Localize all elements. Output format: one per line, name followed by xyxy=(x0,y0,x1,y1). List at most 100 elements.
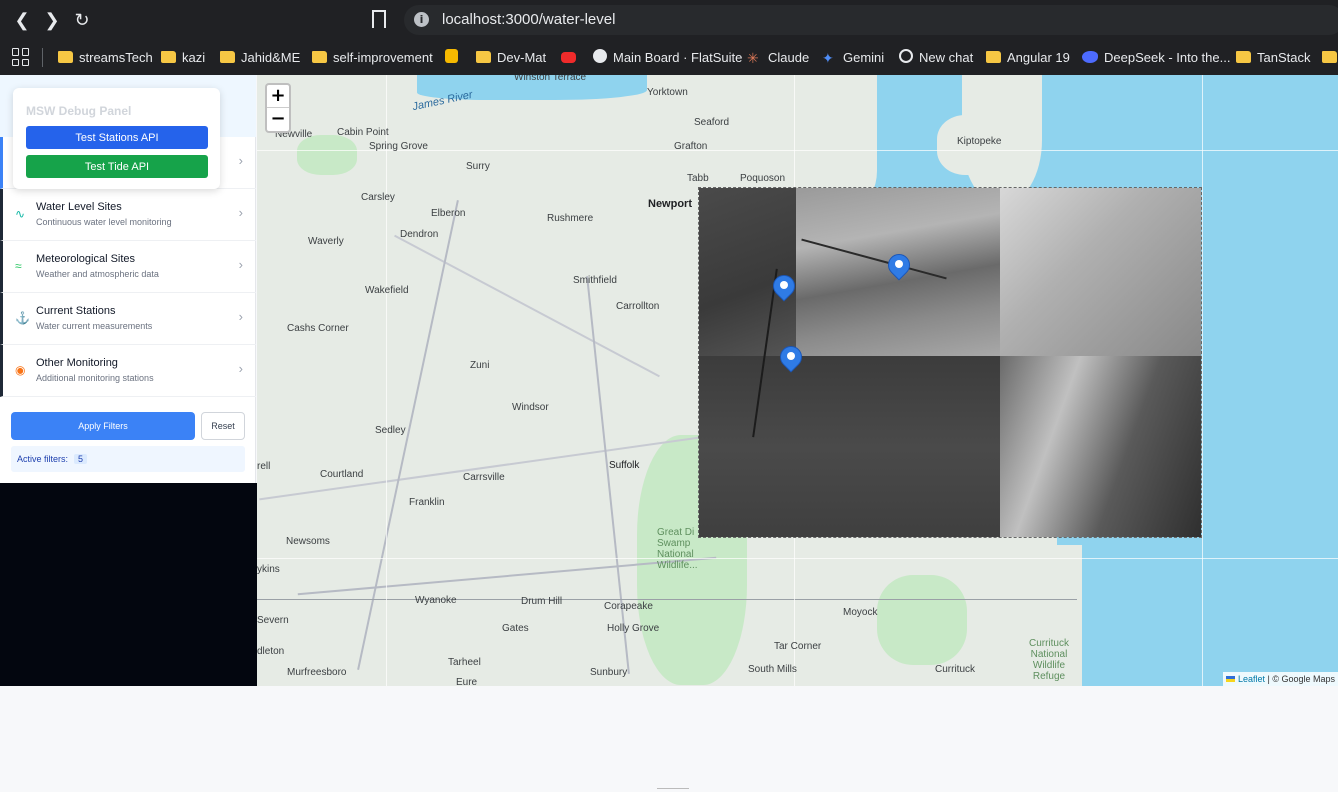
test-tide-api-button[interactable]: Test Tide API xyxy=(26,155,208,178)
sidebar-item-water-level-sites[interactable]: ∿ Water Level Sites Continuous water lev… xyxy=(0,189,256,241)
town-label: Holly Grove xyxy=(607,623,660,634)
keep-icon xyxy=(445,49,458,63)
town-label: Gates xyxy=(502,623,529,634)
bookmark-overflow[interactable] xyxy=(1322,49,1338,67)
wave-icon: ∿ xyxy=(15,207,26,221)
test-stations-api-button[interactable]: Test Stations API xyxy=(26,126,208,149)
bookmark-dev-mat[interactable]: Dev-Mat xyxy=(476,49,546,67)
town-label: Drum Hill xyxy=(521,596,563,607)
bookmark-kazi[interactable]: kazi xyxy=(161,49,205,67)
active-filters-summary: Active filters: 5 xyxy=(11,446,245,472)
town-label: Kiptopeke xyxy=(957,136,1002,147)
town-label: Courtland xyxy=(320,469,364,480)
town-label: Windsor xyxy=(512,402,549,413)
town-label: Tar Corner xyxy=(774,641,822,652)
back-icon[interactable]: ❮ xyxy=(10,8,34,32)
bookmark-new-chat[interactable]: New chat xyxy=(899,49,973,67)
apply-filters-button[interactable]: Apply Filters xyxy=(11,412,195,440)
town-label: Cabin Point xyxy=(337,127,389,138)
bookmark-deepseek[interactable]: DeepSeek - Into the... xyxy=(1082,49,1230,67)
zoom-in-button[interactable]: + xyxy=(267,85,289,108)
reload-icon[interactable]: ↻ xyxy=(70,8,94,32)
active-filters-count: 5 xyxy=(74,454,88,464)
dem-tile xyxy=(699,188,796,356)
town-label: Rushmere xyxy=(547,213,594,224)
station-marker-3[interactable] xyxy=(775,341,807,376)
apps-icon[interactable] xyxy=(12,48,30,66)
tile-grid-line xyxy=(1202,75,1203,686)
bookmark-jahid-me[interactable]: Jahid&ME xyxy=(220,49,300,67)
dem-tile xyxy=(1000,356,1201,537)
town-label: Carrollton xyxy=(616,301,660,312)
folder-icon xyxy=(1236,51,1251,63)
sidebar-item-subtitle: Additional monitoring stations xyxy=(36,373,154,383)
town-label: Carrsville xyxy=(463,472,505,483)
claude-icon: ✳ xyxy=(747,50,759,66)
state-border xyxy=(257,599,1077,600)
town-label: ykins xyxy=(257,564,280,575)
zoom-out-button[interactable]: − xyxy=(267,108,289,131)
town-label: Sunbury xyxy=(590,667,628,678)
sidebar-item-title: Meteorological Sites xyxy=(36,253,136,265)
town-label: Carsley xyxy=(361,192,395,203)
sidebar-item-meteorological-sites[interactable]: ≈ Meteorological Sites Weather and atmos… xyxy=(0,241,256,293)
dem-tile xyxy=(1000,188,1201,356)
town-label: Severn xyxy=(257,615,289,626)
zoom-control: + − xyxy=(265,83,291,133)
reset-button[interactable]: Reset xyxy=(201,412,245,440)
folder-icon xyxy=(220,51,235,63)
bookmark-tanstack[interactable]: TanStack xyxy=(1236,49,1310,67)
dark-panel xyxy=(0,483,257,686)
wind-icon: ≈ xyxy=(15,259,22,273)
bookmark-self-improvement[interactable]: self-improvement xyxy=(312,49,433,67)
chevron-right-icon: › xyxy=(238,205,243,220)
chevron-right-icon: › xyxy=(238,361,243,376)
town-label: Seaford xyxy=(694,117,730,128)
town-label: Yorktown xyxy=(647,87,688,98)
active-filters-label: Active filters: xyxy=(17,454,69,464)
town-label: Elberon xyxy=(431,208,466,219)
town-label: Tabb xyxy=(687,173,709,184)
attribution-text: | © Google Maps xyxy=(1264,674,1335,684)
msw-debug-panel: MSW Debug Panel Test Stations API Test T… xyxy=(13,88,220,189)
bookmark-main-board[interactable]: Main Board · FlatSuite xyxy=(593,49,742,67)
folder-icon xyxy=(986,51,1001,63)
town-label: Surry xyxy=(466,161,490,172)
tile-grid-line xyxy=(257,558,1338,559)
sidebar-item-title: Water Level Sites xyxy=(36,201,122,213)
folder-icon xyxy=(161,51,176,63)
anchor-icon: ⚓ xyxy=(15,311,30,325)
bookmark-youtube[interactable] xyxy=(561,49,582,67)
leaflet-link[interactable]: Leaflet xyxy=(1238,674,1265,684)
bookmark-streamstech[interactable]: streamsTech xyxy=(58,49,153,67)
bookmarks-separator xyxy=(42,48,43,67)
map-container[interactable]: James River Winston Terrace Yorktown Sea… xyxy=(257,75,1338,686)
station-marker-1[interactable] xyxy=(768,270,800,305)
town-label: Newport xyxy=(648,198,692,210)
bookmark-icon[interactable] xyxy=(372,10,386,28)
town-label: Eure xyxy=(456,677,478,686)
folder-icon xyxy=(1322,51,1337,63)
town-label: Grafton xyxy=(674,141,708,152)
tile-grid-line xyxy=(386,75,387,686)
sidebar-item-other-monitoring[interactable]: ◉ Other Monitoring Additional monitoring… xyxy=(0,345,256,397)
sidebar-item-current-stations[interactable]: ⚓ Current Stations Water current measure… xyxy=(0,293,256,345)
town-label: Poquoson xyxy=(740,173,786,184)
bookmark-angular-19[interactable]: Angular 19 xyxy=(986,49,1070,67)
town-label: Zuni xyxy=(470,360,490,371)
forward-icon[interactable]: ❯ xyxy=(40,8,64,32)
address-bar[interactable]: i localhost:3000/water-level xyxy=(404,5,1338,35)
bookmark-claude[interactable]: ✳ Claude xyxy=(747,49,809,67)
station-marker-2[interactable] xyxy=(883,249,915,284)
town-label: Cashs Corner xyxy=(287,323,349,334)
bookmark-keep[interactable] xyxy=(445,49,464,67)
town-label: Tarheel xyxy=(448,657,481,668)
pin-icon: ◉ xyxy=(15,363,26,377)
scroll-handle[interactable] xyxy=(657,788,689,792)
url-text[interactable]: localhost:3000/water-level xyxy=(442,11,615,28)
site-info-icon[interactable]: i xyxy=(414,12,429,27)
town-label: Waverly xyxy=(308,236,344,247)
bookmark-gemini[interactable]: ✦ Gemini xyxy=(822,49,884,67)
green-area xyxy=(877,575,967,665)
map-attribution: Leaflet | © Google Maps xyxy=(1222,672,1338,686)
